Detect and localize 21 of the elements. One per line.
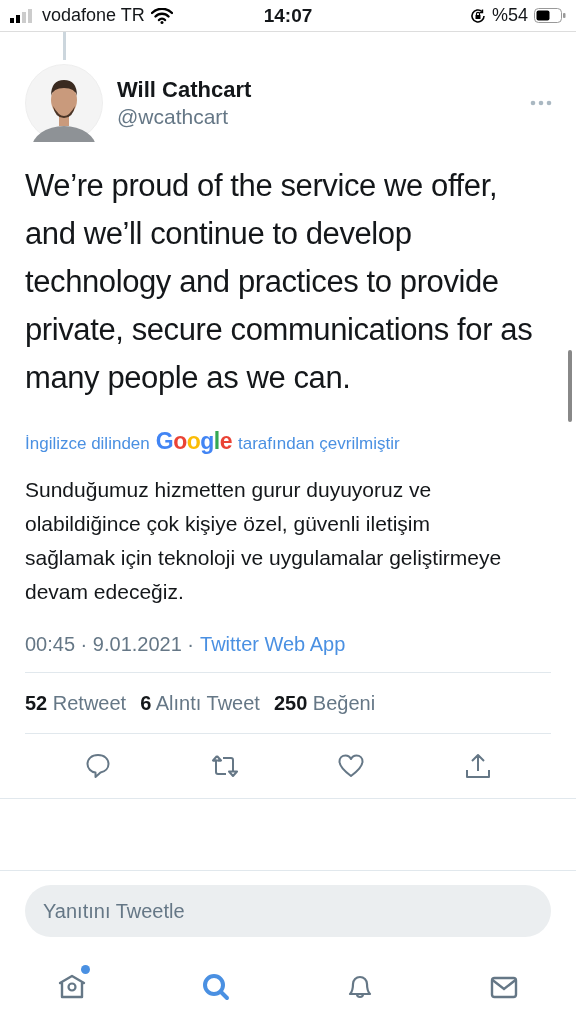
wifi-icon: [150, 7, 173, 24]
author-handle[interactable]: @wcathcart: [117, 105, 530, 129]
scroll-indicator: [568, 350, 572, 422]
rotation-lock-icon: [470, 7, 486, 24]
author-name[interactable]: Will Cathcart: [117, 77, 530, 103]
stat-link[interactable]: 250 Beğeni: [273, 691, 376, 715]
stat-link[interactable]: 6 Alıntı Tweet: [140, 691, 260, 715]
google-logo: Google: [155, 428, 232, 455]
search-icon: [200, 971, 232, 1003]
carrier-name: vodafone TR: [42, 5, 145, 26]
tweet-text: We’re proud of the service we offer, and we’ll continue to develop technology and practices to provide private, secure communications for as many people as we can.: [25, 167, 534, 397]
heart-icon[interactable]: [337, 752, 366, 780]
battery-icon: [534, 8, 566, 23]
share-icon[interactable]: [463, 752, 492, 780]
avatar[interactable]: [25, 64, 103, 142]
translated-text: Sunduğumuz hizmetten gurur duyuyoruz ve olabildiğince çok kişiye özel, güvenli iletişim sağlamak için teknoloji ve uygulamalar geliştirmeye devam edeceğiz.: [25, 477, 503, 605]
reply-field[interactable]: Yanıtını Tweetle: [25, 885, 551, 937]
tweet-time: 00:45 · 9.01.2021 ·: [25, 633, 194, 656]
stat-link[interactable]: 52 Retweet: [25, 691, 127, 715]
clock-time: 14:07: [263, 4, 313, 27]
battery-percent: %54: [492, 5, 528, 26]
